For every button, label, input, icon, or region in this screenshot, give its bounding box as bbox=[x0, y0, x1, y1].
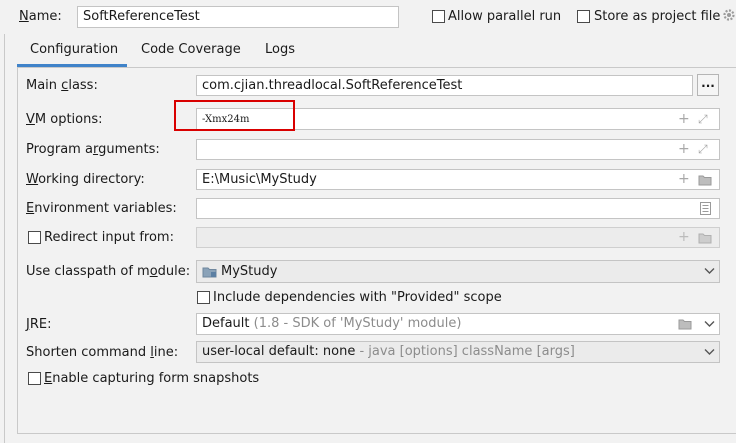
main-class-label: Main class: bbox=[26, 78, 98, 93]
environment-variables-input[interactable] bbox=[196, 198, 720, 219]
store-as-project-file-label: Store as project file bbox=[594, 9, 721, 24]
chevron-down-icon[interactable] bbox=[704, 267, 715, 275]
jre-label: JRE: bbox=[26, 317, 52, 332]
working-directory-input[interactable]: E:\Music\MyStudy bbox=[196, 169, 720, 190]
plus-icon: + bbox=[678, 229, 690, 245]
shorten-command-line-label: Shorten command line: bbox=[26, 345, 179, 360]
enable-capturing-label: Enable capturing form snapshots bbox=[44, 371, 260, 386]
redirect-input-field bbox=[196, 227, 720, 248]
classpath-module-select[interactable]: MyStudy bbox=[196, 260, 720, 283]
enable-capturing-checkbox[interactable] bbox=[28, 372, 41, 385]
folder-icon[interactable] bbox=[678, 318, 692, 330]
module-icon bbox=[202, 267, 217, 277]
tab-logs[interactable]: Logs bbox=[265, 42, 295, 58]
shorten-command-line-select[interactable]: user-local default: none - java [options… bbox=[196, 341, 720, 363]
working-directory-label: Working directory: bbox=[26, 172, 145, 187]
plus-icon[interactable]: + bbox=[678, 112, 690, 126]
include-dependencies-label: Include dependencies with "Provided" sco… bbox=[213, 290, 502, 305]
environment-variables-label: Environment variables: bbox=[26, 201, 177, 216]
panel-left-border bbox=[4, 34, 5, 443]
folder-icon[interactable] bbox=[698, 174, 712, 186]
expand-icon[interactable]: ⤢ bbox=[698, 112, 708, 126]
name-label: Name: bbox=[19, 9, 62, 24]
store-as-project-file-checkbox[interactable] bbox=[577, 10, 590, 23]
program-arguments-input[interactable] bbox=[196, 139, 720, 160]
include-dependencies-checkbox[interactable] bbox=[197, 291, 210, 304]
chevron-down-icon[interactable] bbox=[704, 348, 715, 356]
expand-icon[interactable]: ⤢ bbox=[698, 142, 708, 156]
jre-value: Default bbox=[202, 316, 250, 331]
redirect-input-label: Redirect input from: bbox=[44, 230, 174, 245]
allow-parallel-run-checkbox[interactable] bbox=[432, 10, 445, 23]
folder-icon bbox=[698, 233, 712, 244]
shorten-value: user-local default: none bbox=[202, 344, 356, 359]
vm-options-label: VM options: bbox=[26, 112, 103, 127]
main-class-input[interactable]: com.cjian.threadlocal.SoftReferenceTest bbox=[196, 75, 693, 96]
shorten-value-hint: - java [options] className [args] bbox=[355, 344, 575, 359]
jre-select[interactable]: Default (1.8 - SDK of 'MyStudy' module) bbox=[196, 313, 720, 335]
name-input[interactable]: SoftReferenceTest bbox=[77, 6, 399, 28]
tab-configuration[interactable]: Configuration bbox=[30, 42, 118, 58]
classpath-module-label: Use classpath of module: bbox=[26, 264, 191, 279]
vm-options-highlight-box bbox=[174, 100, 295, 131]
document-icon[interactable] bbox=[700, 202, 711, 215]
plus-icon[interactable]: + bbox=[678, 172, 690, 186]
allow-parallel-run-label: Allow parallel run bbox=[448, 9, 562, 24]
redirect-input-checkbox[interactable] bbox=[28, 231, 41, 244]
plus-icon[interactable]: + bbox=[678, 142, 690, 156]
gear-icon[interactable] bbox=[722, 8, 736, 22]
chevron-down-icon[interactable] bbox=[704, 320, 715, 328]
classpath-module-value: MyStudy bbox=[221, 264, 278, 279]
jre-value-hint: (1.8 - SDK of 'MyStudy' module) bbox=[249, 316, 462, 331]
program-arguments-label: Program arguments: bbox=[26, 142, 160, 157]
browse-button[interactable]: ... bbox=[697, 74, 719, 96]
tab-code-coverage[interactable]: Code Coverage bbox=[141, 42, 241, 58]
